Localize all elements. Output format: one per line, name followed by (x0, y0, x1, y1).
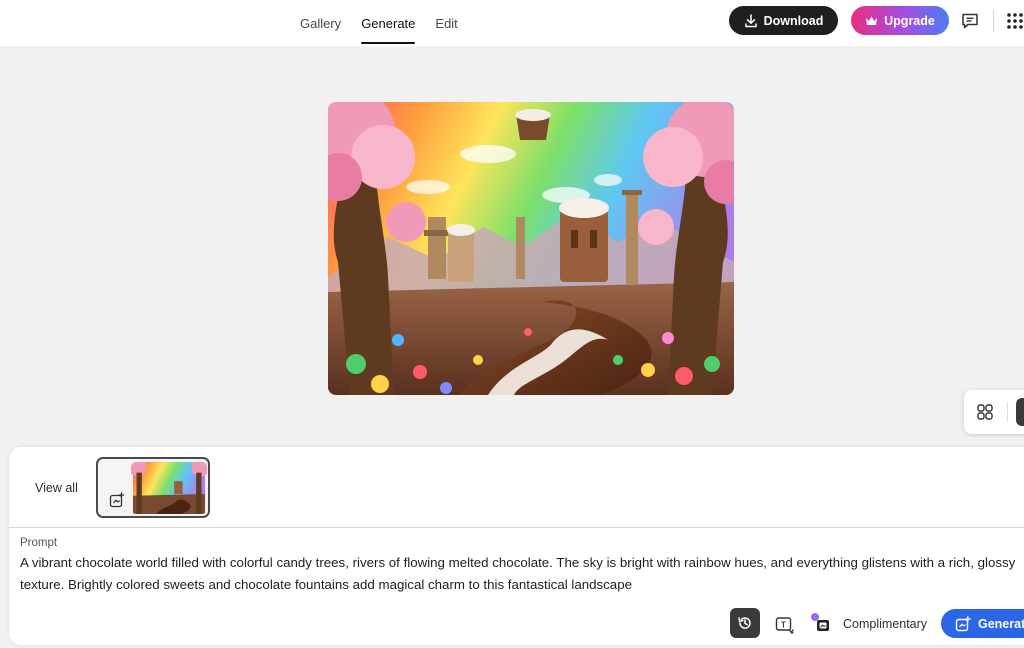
svg-text:T: T (781, 621, 786, 630)
generate-button[interactable]: Generate (941, 609, 1024, 638)
upgrade-button[interactable]: Upgrade (851, 6, 949, 35)
text-to-image-icon[interactable]: T (775, 615, 795, 635)
app-grid-icon[interactable] (1006, 12, 1024, 30)
crown-icon (866, 16, 878, 25)
download-button[interactable]: Download (729, 6, 838, 35)
top-bar: Gallery Generate Edit Download Upgrade (0, 0, 1024, 46)
tab-generate[interactable]: Generate (351, 0, 425, 46)
prompt-panel: View all Prompt A vibrant chocolate worl… (9, 447, 1024, 645)
generated-image[interactable] (328, 102, 734, 395)
single-view-icon[interactable] (1016, 398, 1024, 426)
toolbar-divider (1007, 402, 1008, 422)
header-divider (993, 10, 994, 32)
generate-label: Generate (978, 616, 1024, 631)
history-button[interactable] (730, 608, 760, 638)
upgrade-label: Upgrade (884, 13, 935, 28)
tab-gallery[interactable]: Gallery (290, 0, 351, 46)
view-all-link[interactable]: View all (35, 481, 78, 495)
chocolate-landscape-image (328, 102, 734, 395)
generate-icon (955, 615, 971, 631)
credits-label: Complimentary (843, 617, 928, 631)
download-label: Download (763, 13, 824, 28)
variation-icon[interactable] (109, 492, 125, 508)
download-icon (744, 13, 757, 27)
prompt-input[interactable]: A vibrant chocolate world filled with co… (20, 552, 1024, 595)
feedback-icon[interactable] (960, 11, 980, 31)
layout-toolbar (964, 390, 1024, 434)
grid-view-icon[interactable] (976, 403, 994, 421)
thumbnail-image (131, 462, 207, 514)
nav-tabs: Gallery Generate Edit (290, 0, 468, 46)
panel-divider (9, 527, 1024, 528)
tab-edit[interactable]: Edit (425, 0, 467, 46)
prompt-label: Prompt (20, 537, 58, 549)
history-icon (738, 617, 751, 629)
history-thumbnail[interactable] (96, 457, 210, 518)
style-reference-icon[interactable] (809, 612, 831, 634)
